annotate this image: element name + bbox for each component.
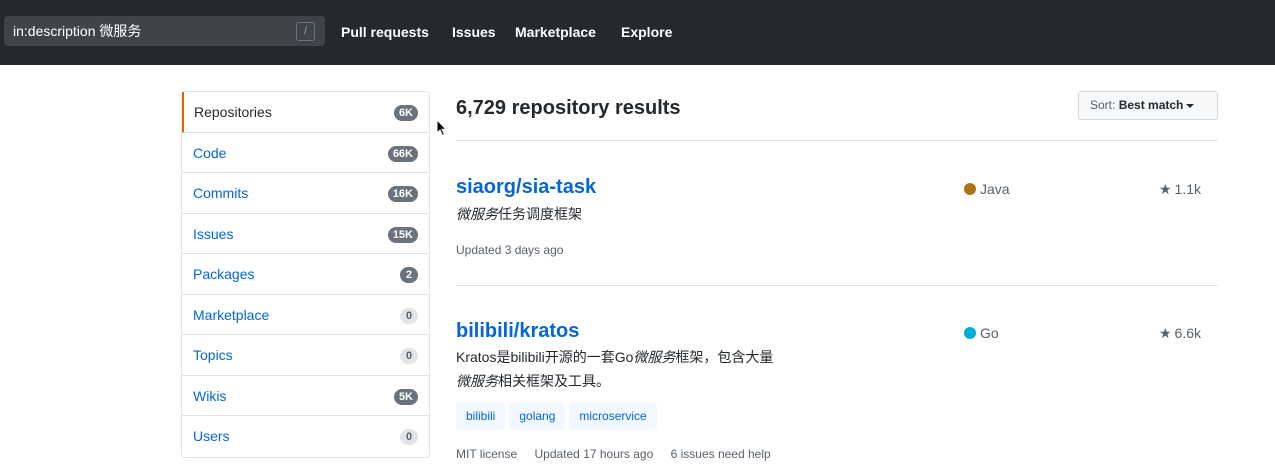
sidebar-item-code[interactable]: Code 66K (182, 133, 429, 173)
star-icon: ★ (1158, 325, 1172, 341)
sidebar-item-marketplace[interactable]: Marketplace 0 (182, 295, 429, 335)
sidebar-item-label: Users (193, 428, 230, 444)
count-badge: 66K (387, 145, 418, 162)
repo-updated: Updated 17 hours ago (534, 447, 654, 461)
highlight-match: 微服务 (633, 349, 676, 365)
language-color-icon (964, 327, 976, 339)
topic-tag[interactable]: bilibili (456, 403, 506, 430)
count-badge: 6K (393, 105, 418, 121)
repo-stars-link[interactable]: ★ 6.6k (1159, 324, 1201, 342)
repo-language: Java (964, 180, 1010, 198)
nav-explore[interactable]: Explore (621, 23, 672, 41)
highlight-match: 微服务 (456, 373, 498, 389)
description-text: Kratos是bilibili开源的一套Go (456, 349, 634, 365)
divider (456, 140, 1218, 141)
repo-stars-link[interactable]: ★ 1.1k (1159, 180, 1201, 198)
sidebar-item-topics[interactable]: Topics 0 (182, 335, 429, 376)
repo-topics: bilibili golang microservice (456, 403, 661, 430)
sidebar-item-label: Issues (193, 225, 234, 242)
sort-label: Sort: (1090, 98, 1116, 112)
count-badge: 16K (387, 186, 418, 202)
chevron-down-icon (1186, 103, 1195, 108)
search-input[interactable]: in:description 微服务 / (4, 16, 325, 46)
repo-updated: Updated 3 days ago (456, 243, 564, 257)
repo-name-link[interactable]: bilibili/kratos (456, 319, 579, 343)
sidebar-item-label: Marketplace (193, 306, 270, 323)
topic-tag[interactable]: golang (509, 403, 566, 430)
sidebar-item-label: Topics (193, 347, 233, 363)
language-label: Java (980, 181, 1010, 197)
count-badge: 2 (400, 267, 418, 283)
repo-description: 微服务任务调度框架 (456, 202, 816, 226)
help-wanted-issues-link[interactable]: 6 issues need help (671, 447, 771, 461)
sidebar-item-wikis[interactable]: Wikis 5K (182, 376, 429, 416)
sort-value: Best match (1118, 98, 1184, 112)
description-text: 框架，包含大量 (675, 349, 774, 365)
search-input-value: in:description 微服务 (13, 23, 142, 39)
nav-marketplace[interactable]: Marketplace (515, 23, 596, 41)
nav-issues[interactable]: Issues (452, 23, 496, 41)
repo-result-item: bilibili/kratos Kratos是bilibili开源的一套Go微服… (456, 319, 1218, 465)
mouse-cursor-icon (436, 119, 448, 137)
sidebar-item-users[interactable]: Users 0 (182, 416, 429, 457)
results-count-heading: 6,729 repository results (456, 97, 681, 119)
sort-dropdown-button[interactable]: Sort: Best match (1078, 91, 1218, 120)
sidebar-item-issues[interactable]: Issues 15K (182, 214, 429, 254)
count-badge: 0 (400, 348, 418, 364)
nav-pull-requests[interactable]: Pull requests (341, 23, 429, 41)
repo-language: Go (964, 324, 999, 342)
repo-license: MIT license (456, 447, 518, 461)
sidebar-item-label: Repositories (194, 104, 272, 120)
slash-shortcut-icon: / (296, 22, 315, 41)
language-label: Go (980, 325, 999, 341)
count-badge: 0 (400, 429, 418, 445)
sidebar-item-label: Code (193, 144, 227, 161)
repo-description: Kratos是bilibili开源的一套Go微服务框架，包含大量 微服务相关框架及… (456, 345, 816, 393)
count-badge: 5K (393, 388, 418, 405)
sidebar-item-label: Wikis (193, 387, 227, 404)
topic-tag[interactable]: microservice (569, 403, 657, 430)
star-icon: ★ (1158, 181, 1172, 197)
description-text: 任务调度框架 (498, 206, 582, 222)
language-color-icon (964, 183, 976, 195)
search-type-menu: Repositories 6K Code 66K Commits 16K Iss… (181, 91, 430, 458)
stars-count: 1.1k (1174, 181, 1201, 197)
repo-meta: MIT license Updated 17 hours ago 6 issue… (456, 446, 771, 462)
top-navbar: in:description 微服务 / Pull requests Issue… (0, 0, 1275, 65)
sidebar-item-repositories[interactable]: Repositories 6K (182, 92, 429, 133)
highlight-match: 微服务 (456, 206, 498, 222)
repo-name-link[interactable]: siaorg/sia-task (456, 175, 596, 199)
divider (456, 285, 1218, 286)
stars-count: 6.6k (1174, 325, 1201, 341)
count-badge: 15K (387, 226, 418, 243)
count-badge: 0 (400, 307, 418, 324)
sidebar-item-packages[interactable]: Packages 2 (182, 254, 429, 295)
sidebar-item-label: Packages (193, 266, 255, 282)
sidebar-item-commits[interactable]: Commits 16K (182, 173, 429, 214)
repo-result-item: siaorg/sia-task 微服务任务调度框架 Java ★ 1.1k Upd… (456, 175, 1218, 275)
description-text: 相关框架及工具。 (498, 373, 610, 389)
sidebar-item-label: Commits (193, 185, 249, 201)
